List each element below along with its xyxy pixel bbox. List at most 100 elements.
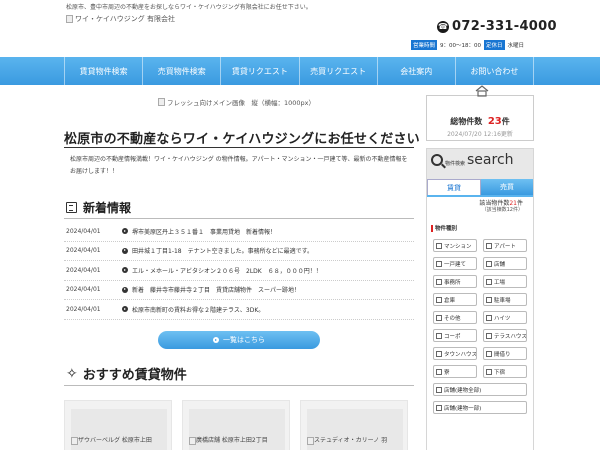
checkbox[interactable] <box>486 260 492 267</box>
type-checkbox[interactable]: 店舗 <box>483 257 527 270</box>
news-link[interactable]: 松原市南新町の賃料お得な２階建テラス、3DK。 <box>132 305 264 314</box>
news-item[interactable]: 2024/04/01 堺市美原区丹上３５１番１ 事業用貸地 新着情報！ <box>64 222 414 242</box>
type-checkbox[interactable]: タウンハウス <box>433 347 477 360</box>
type-checkbox[interactable]: 間借り <box>483 347 527 360</box>
hit-unit: 件 <box>516 200 523 207</box>
checkbox[interactable] <box>436 278 442 285</box>
checkbox[interactable] <box>436 242 442 249</box>
site-tagline: 松原市、豊中市周辺の不動産をお探しならワイ・ケイハウジング有限会社にお任せ下さい… <box>66 4 312 11</box>
type-label: 倉庫 <box>444 297 456 304</box>
property-image[interactable]: ザウバーベルグ 松原市上田 <box>71 409 167 450</box>
checkbox[interactable] <box>436 350 442 357</box>
type-checkbox[interactable]: 事務所 <box>433 275 477 288</box>
type-label: アパート <box>494 243 516 250</box>
checkbox[interactable] <box>436 368 442 375</box>
type-checkbox[interactable]: 寮 <box>433 365 477 378</box>
news-more-button[interactable]: 一覧はこちら <box>158 331 320 349</box>
news-title: 新着情報 <box>83 201 132 215</box>
recommend-heading: ✧ おすすめ賃貸物件 <box>66 364 187 384</box>
sparkle-icon: ✧ <box>66 365 78 382</box>
nav-rent-request[interactable]: 賃貸リクエスト <box>220 57 298 85</box>
checkbox[interactable] <box>436 332 442 339</box>
heading-bar-icon <box>431 224 433 232</box>
count-line: 総物件数 23件 <box>427 116 533 127</box>
type-checkbox[interactable]: テラスハウス <box>483 329 527 342</box>
type-label: テラスハウス <box>494 333 527 340</box>
broken-image-icon <box>189 436 196 445</box>
checkbox[interactable] <box>486 242 492 249</box>
checkbox[interactable] <box>486 350 492 357</box>
property-image[interactable]: ステュディオ・カリーノ 羽 <box>307 409 403 450</box>
checkbox[interactable] <box>486 314 492 321</box>
checkbox[interactable] <box>486 332 492 339</box>
type-label: マンション <box>444 243 472 250</box>
nav-rent-search[interactable]: 賃貸物件検索 <box>64 57 142 85</box>
tab-rent[interactable]: 賃貸 <box>427 179 481 195</box>
search-panel: 物件検索 search 賃貸 売買 該当物件数21件 （該当棟数12件） 物件種… <box>426 148 534 450</box>
property-card[interactable]: ザウバーベルグ 松原市上田 <box>64 400 172 450</box>
news-date: 2024/04/01 <box>66 247 101 255</box>
arrow-circle-icon <box>213 337 219 343</box>
news-link[interactable]: 新着 藤井寺市藤井寺２丁目 賃貸店舗物件 スーパー跡地！ <box>132 285 300 294</box>
hero-image: フレッシュ向けメイン画像 縦（横幅：1000px） <box>158 97 315 107</box>
type-checkbox[interactable]: 下宿 <box>483 365 527 378</box>
checkbox[interactable] <box>436 314 442 321</box>
nav-sale-search[interactable]: 売買物件検索 <box>142 57 220 85</box>
property-image[interactable]: 廣橋店舗 松原市上田2丁目 <box>189 409 285 450</box>
type-checkbox[interactable]: 駐車場 <box>483 293 527 306</box>
search-header: 物件検索 search <box>431 152 514 168</box>
count-label: 総物件数 <box>450 117 483 126</box>
news-item[interactable]: 2024/04/01 新着 藤井寺市藤井寺２丁目 賃貸店舗物件 スーパー跡地！ <box>64 281 414 300</box>
nav-contact[interactable]: お問い合わせ <box>454 57 535 85</box>
phone-contact[interactable]: ☎ 072-331-4000 <box>437 19 557 34</box>
news-link[interactable]: エル・メホール・アビタシオン２０６号 2LDK ６８，０００円！！ <box>132 266 322 275</box>
logo-alt-text: ワイ・ケイハウジング 有限会社 <box>75 15 175 23</box>
search-big-label: search <box>467 152 514 168</box>
news-link[interactable]: 田井城１丁目1-18 テナント空きました。事務所などに最適です。 <box>132 246 313 255</box>
property-card[interactable]: 廣橋店舗 松原市上田2丁目 <box>182 400 290 450</box>
checkbox[interactable] <box>436 260 442 267</box>
type-checkbox[interactable]: アパート <box>483 239 527 252</box>
type-checkbox[interactable]: マンション <box>433 239 477 252</box>
news-date: 2024/04/01 <box>66 266 101 274</box>
type-checkbox[interactable]: ハイツ <box>483 311 527 324</box>
type-label: 店舗 <box>494 261 506 268</box>
company-logo[interactable]: ワイ・ケイハウジング 有限会社 <box>66 14 175 24</box>
nav-company[interactable]: 会社案内 <box>376 57 455 85</box>
type-checkbox[interactable]: 一戸建て <box>433 257 477 270</box>
type-checkbox[interactable]: 店舗(建物全部) <box>433 383 527 396</box>
checkbox[interactable] <box>436 404 442 411</box>
news-item[interactable]: 2024/04/01 田井城１丁目1-18 テナント空きました。事務所などに最適で… <box>64 242 414 261</box>
title-divider <box>64 147 414 148</box>
checkbox[interactable] <box>436 386 442 393</box>
checkbox[interactable] <box>436 296 442 303</box>
checkbox[interactable] <box>486 278 492 285</box>
news-item[interactable]: 2024/04/01 エル・メホール・アビタシオン２０６号 2LDK ６８，０００… <box>64 261 414 281</box>
type-checkbox[interactable]: コーポ <box>433 329 477 342</box>
type-checkbox[interactable]: その他 <box>433 311 477 324</box>
type-checkbox[interactable]: 工場 <box>483 275 527 288</box>
checkbox[interactable] <box>486 368 492 375</box>
news-item[interactable]: 2024/04/01 松原市南新町の賃料お得な２階建テラス、3DK。 <box>64 300 414 320</box>
type-label: 駐車場 <box>494 297 511 304</box>
broken-image-icon <box>66 15 73 23</box>
hours-value: 9：00～18：00 <box>440 43 482 49</box>
type-label: 工場 <box>494 279 506 286</box>
property-alt: ザウバーベルグ 松原市上田 <box>78 437 152 444</box>
count-unit: 件 <box>501 117 510 126</box>
type-label: ハイツ <box>494 315 511 322</box>
checkbox[interactable] <box>486 296 492 303</box>
broken-image-icon <box>307 436 314 445</box>
type-checkbox[interactable]: 倉庫 <box>433 293 477 306</box>
nav-sale-request[interactable]: 売買リクエスト <box>298 57 377 85</box>
type-label: 間借り <box>494 351 511 358</box>
type-label: 一戸建て <box>444 261 467 268</box>
news-heading: 新着情報 <box>66 199 131 216</box>
type-label: 店舗(建物一部) <box>444 405 482 412</box>
tab-sale[interactable]: 売買 <box>481 179 533 195</box>
property-card[interactable]: ステュディオ・カリーノ 羽 <box>300 400 408 450</box>
type-checkbox[interactable]: 店舗(建物一部) <box>433 401 527 414</box>
type-label: コーポ <box>444 333 461 340</box>
type-label: 下宿 <box>494 369 506 376</box>
news-link[interactable]: 堺市美原区丹上３５１番１ 事業用貸地 新着情報！ <box>132 227 276 236</box>
